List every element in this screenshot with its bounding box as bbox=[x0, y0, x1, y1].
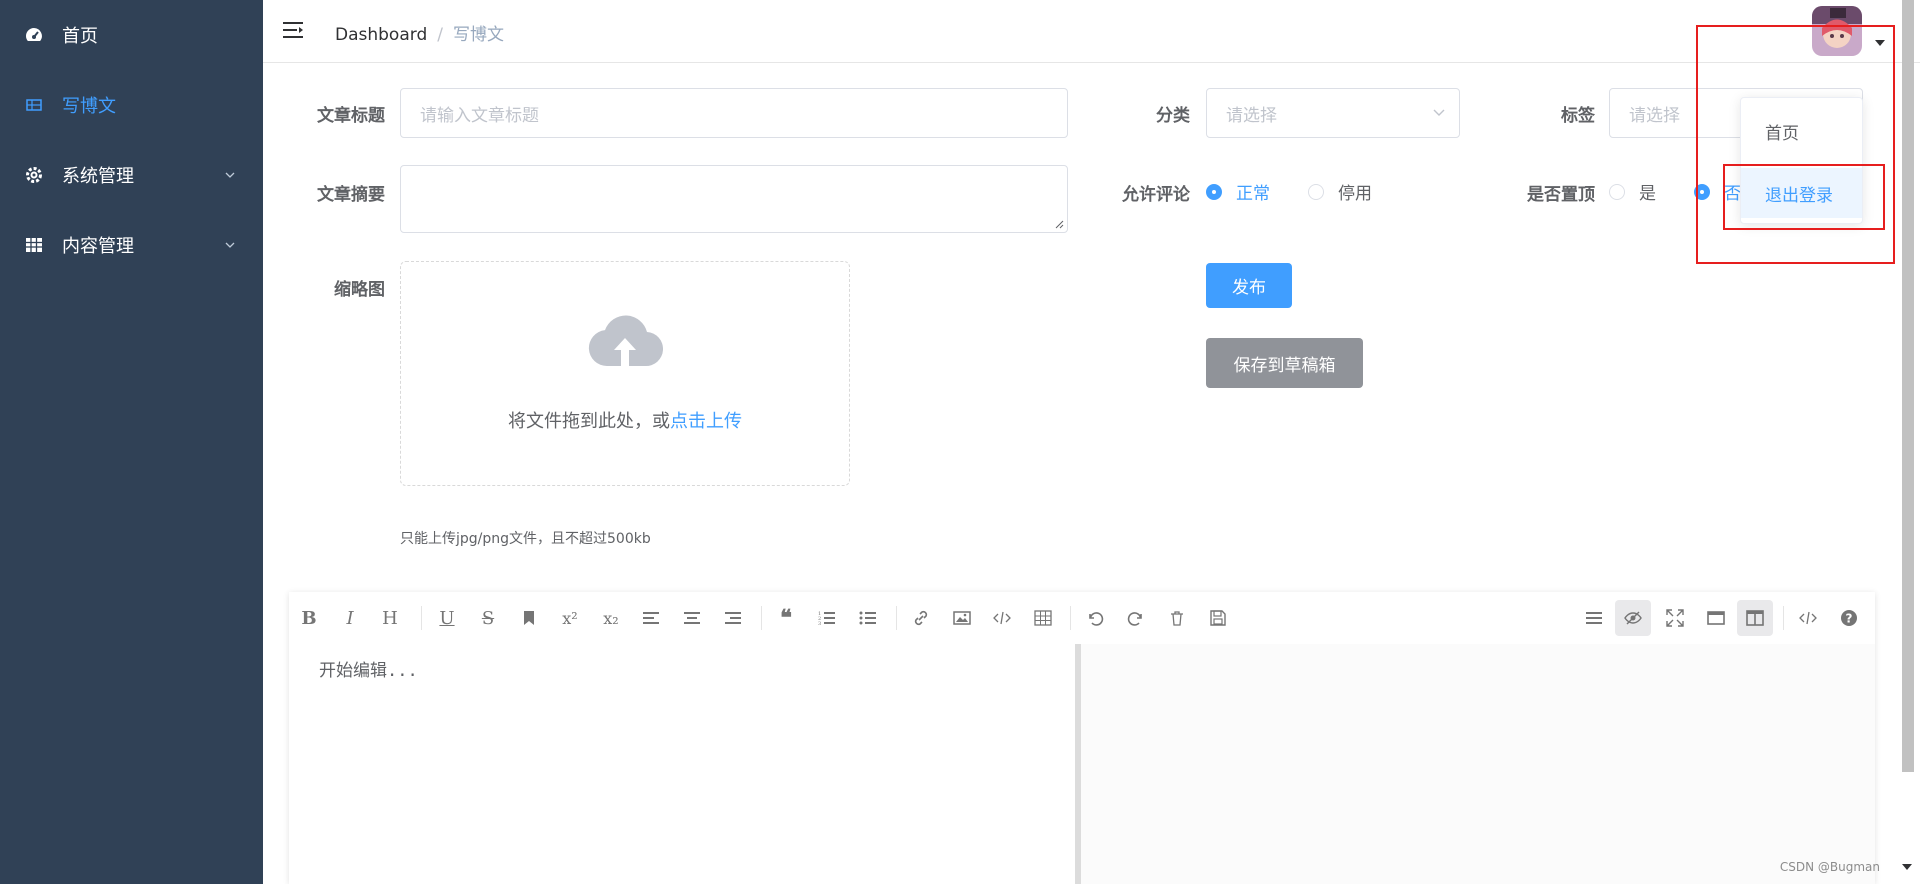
breadcrumb: Dashboard / 写博文 bbox=[335, 20, 504, 45]
radio-label: 停用 bbox=[1338, 184, 1372, 204]
summary-textarea[interactable] bbox=[400, 165, 1068, 233]
editor-toolbar: B I H U S x² x₂ ❝ 123 ? bbox=[289, 592, 1875, 644]
gear-icon bbox=[26, 167, 42, 183]
top-label: 是否置顶 bbox=[1527, 185, 1595, 205]
resize-handle-icon[interactable] bbox=[1054, 219, 1064, 229]
bold-icon[interactable]: B bbox=[297, 606, 321, 630]
breadcrumb-home[interactable]: Dashboard bbox=[335, 25, 427, 45]
code-icon[interactable] bbox=[990, 606, 1014, 630]
comment-label: 允许评论 bbox=[1122, 185, 1190, 205]
italic-icon[interactable]: I bbox=[338, 606, 362, 630]
toolbar-divider bbox=[896, 606, 897, 630]
title-label: 文章标题 bbox=[317, 106, 385, 126]
ordered-list-icon[interactable]: 123 bbox=[815, 606, 839, 630]
summary-label: 文章摘要 bbox=[317, 185, 385, 205]
comment-normal-radio[interactable]: 正常 bbox=[1206, 179, 1270, 204]
quote-icon[interactable]: ❝ bbox=[774, 605, 798, 631]
html-code-icon[interactable] bbox=[1796, 606, 1820, 630]
thumbnail-label: 缩略图 bbox=[334, 280, 385, 300]
sidebar-item-home[interactable]: 首页 bbox=[0, 0, 263, 70]
upload-text: 将文件拖到此处，或点击上传 bbox=[401, 407, 849, 433]
align-left-icon[interactable] bbox=[639, 606, 663, 630]
hamburger-icon[interactable] bbox=[283, 20, 305, 40]
unordered-list-icon[interactable] bbox=[856, 606, 880, 630]
read-mode-icon[interactable] bbox=[1704, 606, 1728, 630]
watermark: CSDN @Bugman bbox=[1779, 860, 1880, 874]
sidebar-item-system[interactable]: 系统管理 bbox=[0, 140, 263, 210]
scrollbar[interactable] bbox=[1902, 0, 1914, 772]
fullscreen-icon[interactable] bbox=[1663, 606, 1687, 630]
dashboard-icon bbox=[26, 28, 42, 41]
trash-icon[interactable] bbox=[1165, 606, 1189, 630]
breadcrumb-current: 写博文 bbox=[452, 25, 504, 45]
align-center-icon[interactable] bbox=[680, 606, 704, 630]
toolbar-divider bbox=[1783, 606, 1784, 630]
subfield-icon[interactable] bbox=[1737, 600, 1773, 636]
radio-dot bbox=[1206, 183, 1222, 200]
radio-dot bbox=[1308, 183, 1324, 200]
title-input[interactable]: 请输入文章标题 bbox=[400, 88, 1068, 138]
help-icon[interactable]: ? bbox=[1837, 606, 1861, 630]
editor-placeholder: 开始编辑... bbox=[319, 661, 418, 681]
align-right-icon[interactable] bbox=[721, 606, 745, 630]
grid-icon bbox=[26, 238, 42, 252]
scroll-down-icon[interactable] bbox=[1902, 864, 1912, 870]
top-yes-radio[interactable]: 是 bbox=[1609, 179, 1656, 204]
bookmark-icon[interactable] bbox=[517, 606, 541, 630]
markdown-editor: B I H U S x² x₂ ❝ 123 ? 开始编辑... bbox=[289, 592, 1875, 884]
radio-dot bbox=[1609, 183, 1625, 200]
sidebar-item-label: 内容管理 bbox=[62, 236, 134, 257]
preview-toggle-icon[interactable] bbox=[1615, 600, 1651, 636]
publish-button[interactable]: 发布 bbox=[1206, 263, 1292, 308]
upload-hint: 将文件拖到此处，或 bbox=[508, 411, 670, 432]
table-icon bbox=[26, 99, 42, 111]
table-icon[interactable] bbox=[1031, 606, 1055, 630]
undo-icon[interactable] bbox=[1083, 606, 1107, 630]
editor-input-pane[interactable]: 开始编辑... bbox=[289, 644, 1081, 884]
radio-label: 正常 bbox=[1236, 184, 1270, 204]
svg-text:3: 3 bbox=[818, 621, 821, 627]
category-placeholder: 请选择 bbox=[1226, 105, 1277, 126]
toolbar-divider bbox=[761, 606, 762, 630]
upload-tip: 只能上传jpg/png文件，且不超过500kb bbox=[400, 531, 651, 547]
strikethrough-icon[interactable]: S bbox=[476, 606, 500, 630]
upload-dropzone[interactable]: 将文件拖到此处，或点击上传 bbox=[400, 261, 850, 486]
editor-preview-pane bbox=[1081, 644, 1875, 884]
radio-label: 是 bbox=[1639, 184, 1656, 204]
toolbar-divider bbox=[421, 606, 422, 630]
comment-disabled-radio[interactable]: 停用 bbox=[1308, 179, 1372, 204]
svg-text:?: ? bbox=[1846, 612, 1853, 626]
navbar: Dashboard / 写博文 bbox=[263, 0, 1920, 63]
sidebar-item-label: 系统管理 bbox=[62, 166, 134, 187]
chevron-down-icon bbox=[1433, 109, 1445, 116]
highlight-box bbox=[1723, 164, 1885, 230]
navigation-icon[interactable] bbox=[1582, 606, 1606, 630]
subscript-icon[interactable]: x₂ bbox=[599, 606, 623, 630]
tags-label: 标签 bbox=[1561, 106, 1595, 126]
chevron-down-icon bbox=[225, 242, 235, 248]
category-label: 分类 bbox=[1156, 106, 1190, 126]
cloud-upload-icon bbox=[588, 315, 663, 367]
breadcrumb-separator: / bbox=[437, 25, 443, 45]
sidebar-item-label: 首页 bbox=[62, 26, 98, 47]
save-draft-button[interactable]: 保存到草稿箱 bbox=[1206, 338, 1363, 388]
sidebar-item-write-blog[interactable]: 写博文 bbox=[0, 70, 263, 140]
tags-placeholder: 请选择 bbox=[1629, 105, 1680, 126]
link-icon[interactable] bbox=[909, 606, 933, 630]
toolbar-divider bbox=[1070, 606, 1071, 630]
redo-icon[interactable] bbox=[1124, 606, 1148, 630]
sidebar: 首页 写博文 系统管理 内容管理 bbox=[0, 0, 263, 884]
upload-link[interactable]: 点击上传 bbox=[670, 411, 742, 432]
header-icon[interactable]: H bbox=[378, 606, 402, 630]
underline-icon[interactable]: U bbox=[435, 606, 459, 630]
image-icon[interactable] bbox=[950, 606, 974, 630]
chevron-down-icon bbox=[225, 172, 235, 178]
sidebar-item-content[interactable]: 内容管理 bbox=[0, 210, 263, 280]
save-icon[interactable] bbox=[1206, 606, 1230, 630]
sidebar-item-label: 写博文 bbox=[62, 96, 116, 117]
superscript-icon[interactable]: x² bbox=[558, 606, 582, 630]
category-select[interactable]: 请选择 bbox=[1206, 88, 1460, 138]
